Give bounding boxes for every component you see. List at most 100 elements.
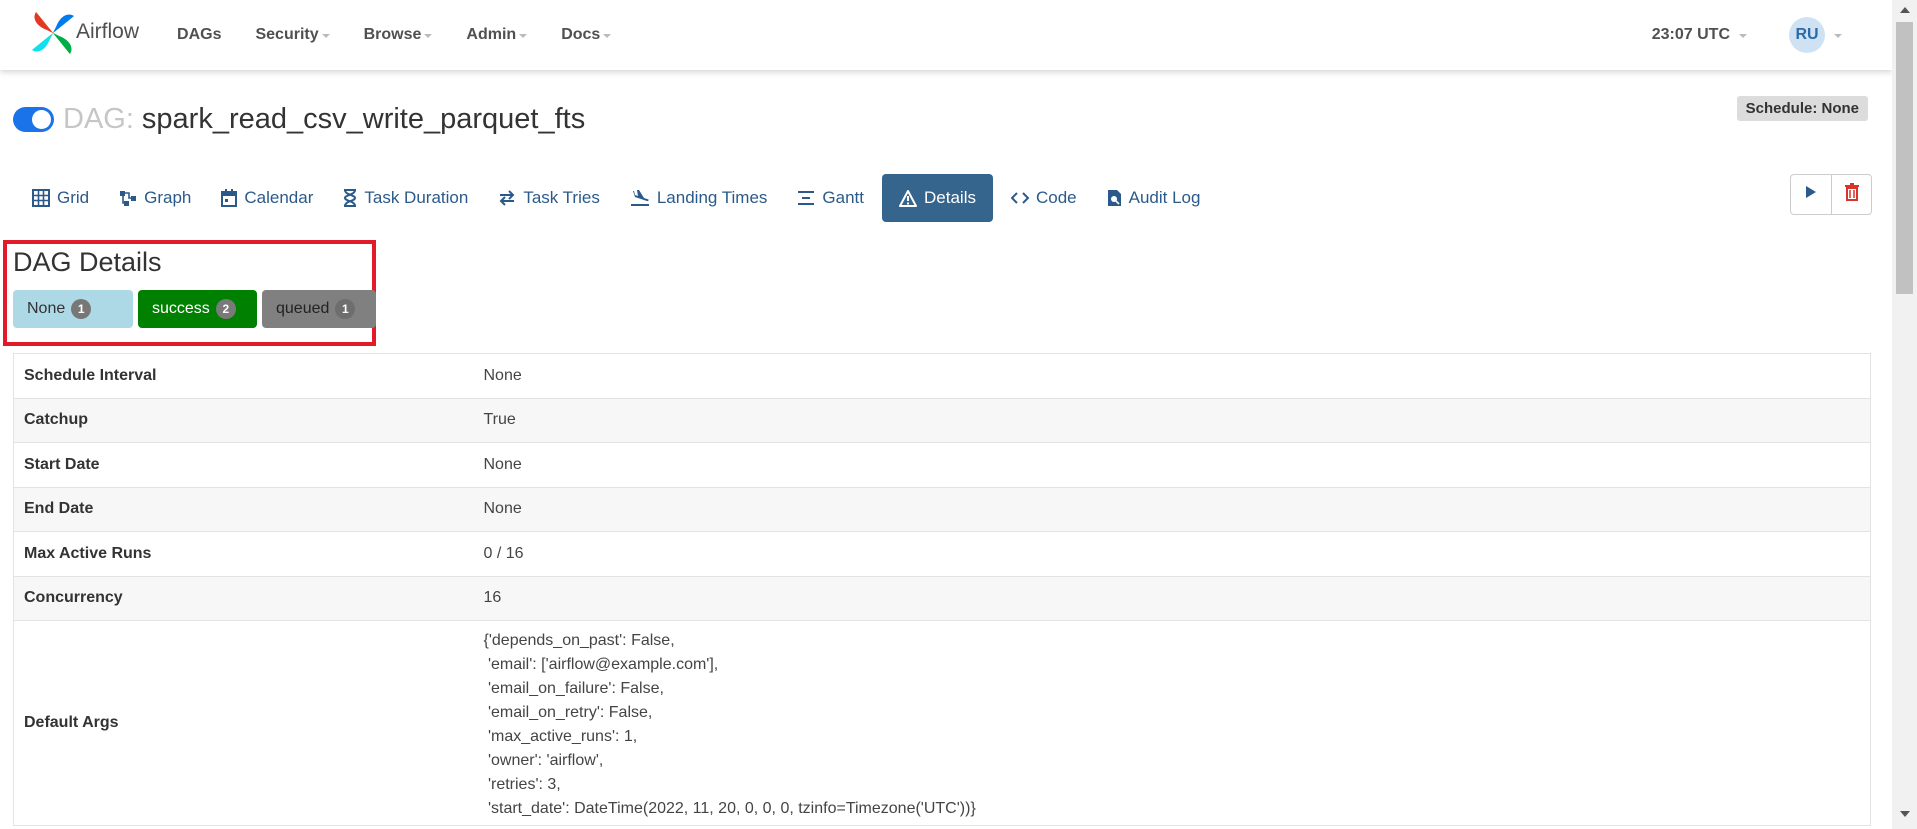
nav-security[interactable]: Security [255, 26, 330, 44]
nav-browse[interactable]: Browse [364, 26, 433, 44]
brand-name: Airflow [76, 20, 140, 43]
row-key: End Date [13, 486, 474, 532]
avatar: RU [1789, 17, 1825, 53]
state-queued-button[interactable]: queued 1 [262, 290, 376, 328]
nav-dags[interactable]: DAGs [177, 26, 221, 44]
user-menu[interactable]: RU [1789, 17, 1842, 53]
row-value: 0 / 16 [473, 531, 1871, 576]
main-nav: DAGs Security Browse Admin Docs [177, 26, 645, 44]
dag-label: DAG: [63, 103, 134, 135]
dag-actions [1790, 174, 1872, 215]
delete-dag-button[interactable] [1831, 175, 1871, 214]
state-none-label: None [27, 300, 66, 317]
table-row: Max Active Runs 0 / 16 [13, 531, 1871, 576]
row-value: 16 [473, 575, 1871, 621]
brand[interactable]: Airflow [30, 10, 139, 61]
toggle-knob [32, 110, 51, 129]
row-value: True [473, 397, 1871, 443]
graph-icon [119, 189, 137, 207]
timezone-clock[interactable]: 23:07 UTC [1652, 26, 1747, 44]
default-args-line: 'email_on_failure': False, [483, 680, 664, 697]
top-navbar: Airflow DAGs Security Browse Admin Docs … [0, 0, 1892, 70]
tab-calendar-label: Calendar [244, 188, 314, 207]
page-scrollbar[interactable] [1892, 0, 1917, 829]
chevron-down-icon [1834, 34, 1842, 38]
nav-right: 23:07 UTC RU [1652, 0, 1842, 70]
tab-graph[interactable]: Graph [107, 174, 203, 222]
tab-code-label: Code [1035, 188, 1077, 207]
scroll-thumb[interactable] [1896, 22, 1913, 294]
table-row: Schedule Interval None [13, 353, 1871, 398]
tab-details-label: Details [924, 188, 976, 207]
trigger-dag-button[interactable] [1791, 175, 1831, 214]
tab-grid[interactable]: Grid [20, 174, 101, 222]
tab-calendar[interactable]: Calendar [209, 174, 325, 222]
row-key: Max Active Runs [13, 531, 474, 576]
dag-id: spark_read_csv_write_parquet_fts [141, 103, 586, 135]
row-key: Schedule Interval [13, 353, 474, 398]
schedule-badge: Schedule: None [1736, 96, 1868, 121]
tab-audit-log-label: Audit Log [1128, 188, 1201, 207]
tab-landing-times[interactable]: Landing Times [618, 174, 780, 222]
chevron-down-icon [1739, 34, 1747, 38]
scroll-down-arrow-icon[interactable] [1900, 811, 1910, 817]
tab-graph-label: Graph [144, 188, 192, 207]
row-key: Start Date [13, 442, 474, 487]
tab-gantt[interactable]: Gantt [785, 174, 876, 222]
code-icon [1010, 191, 1029, 205]
table-row: Concurrency 16 [13, 575, 1871, 621]
state-success-label: success [152, 300, 210, 317]
tab-task-duration[interactable]: Task Duration [331, 174, 480, 222]
tab-task-tries[interactable]: Task Tries [486, 174, 612, 222]
chevron-down-icon [321, 34, 330, 38]
state-success-button[interactable]: success 2 [138, 290, 257, 328]
row-value: None [473, 486, 1871, 532]
dag-run-states: None 1 success 2 queued 1 [13, 290, 381, 328]
retry-icon [498, 189, 516, 207]
default-args-line: 'email': ['airflow@example.com'], [483, 656, 719, 673]
grid-icon [32, 189, 50, 207]
default-args-value: {'depends_on_past': False, 'email': ['ai… [473, 620, 1871, 826]
tab-task-tries-label: Task Tries [523, 188, 600, 207]
default-args-line: 'email_on_retry': False, [483, 704, 653, 721]
tab-gantt-label: Gantt [822, 188, 865, 207]
clock-label: 23:07 UTC [1651, 26, 1730, 43]
row-key: Concurrency [13, 575, 474, 621]
tab-details[interactable]: Details [882, 174, 993, 222]
trash-icon [1844, 183, 1859, 206]
nav-browse-label: Browse [363, 26, 422, 43]
tab-audit-log[interactable]: Audit Log [1095, 174, 1213, 222]
row-value: None [473, 353, 1871, 398]
default-args-line: 'start_date': DateTime(2022, 11, 20, 0, … [483, 800, 976, 817]
tab-grid-label: Grid [57, 188, 90, 207]
row-key: Default Args [13, 620, 474, 826]
scroll-up-arrow-icon[interactable] [1900, 7, 1910, 13]
table-row: Catchup True [13, 397, 1871, 443]
calendar-icon [221, 189, 238, 207]
state-queued-count: 1 [335, 299, 356, 319]
dag-details-table: Schedule Interval None Catchup True Star… [13, 353, 1871, 826]
state-none-button[interactable]: None 1 [13, 290, 133, 328]
audit-log-icon [1107, 189, 1122, 207]
table-row: Default Args {'depends_on_past': False, … [13, 620, 1871, 826]
state-queued-label: queued [276, 300, 330, 317]
row-key: Catchup [13, 397, 474, 443]
nav-admin-label: Admin [466, 26, 517, 43]
hourglass-icon [343, 189, 357, 207]
nav-security-label: Security [255, 26, 319, 43]
chevron-down-icon [603, 34, 612, 38]
chevron-down-icon [424, 34, 433, 38]
nav-admin[interactable]: Admin [466, 26, 528, 44]
nav-docs[interactable]: Docs [561, 26, 612, 44]
details-title: DAG Details [13, 247, 162, 277]
table-row: Start Date None [13, 442, 1871, 487]
dag-pause-toggle[interactable] [13, 107, 54, 132]
chevron-down-icon [519, 34, 528, 38]
gantt-icon [797, 189, 815, 207]
tab-landing-times-label: Landing Times [656, 188, 768, 207]
tab-code[interactable]: Code [999, 174, 1089, 222]
nav-docs-label: Docs [561, 26, 601, 43]
default-args-line: 'retries': 3, [483, 776, 561, 793]
dag-view-tabs: Grid Graph Calendar Task Duration Task T… [20, 174, 1218, 222]
row-value: None [473, 442, 1871, 487]
